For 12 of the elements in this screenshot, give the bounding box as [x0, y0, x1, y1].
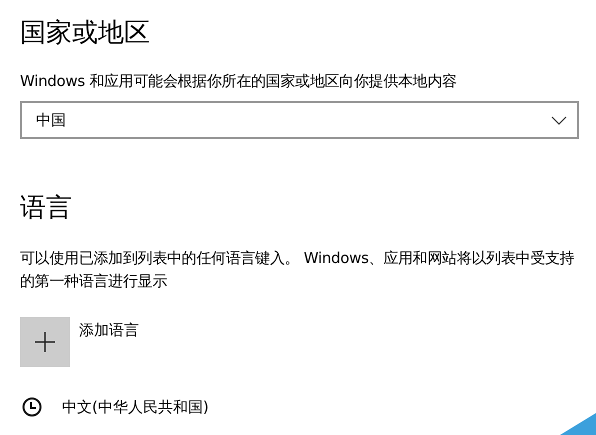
dropdown-value: 中国 [36, 110, 66, 130]
section-heading: 语言 [20, 192, 73, 225]
region-dropdown[interactable]: 中国 [20, 101, 579, 139]
description: Windows 和应用可能会根据你所在的国家或地区向你提供本地内容 [20, 71, 458, 92]
corner-triangle-icon [560, 413, 596, 435]
description: 可以使用已添加到列表中的任何语言键入。 Windows、应用和网站将以列表中受支持的第一种语言进行显示 [20, 248, 576, 292]
add-language-label[interactable]: 添加语言 [79, 321, 139, 340]
section-heading: 国家或地区 [20, 17, 151, 50]
plus-icon [35, 332, 55, 352]
language-item[interactable]: 中文(中华人民共和国) [62, 398, 209, 416]
add-button[interactable] [20, 317, 70, 367]
chevron-down-icon [551, 116, 567, 124]
